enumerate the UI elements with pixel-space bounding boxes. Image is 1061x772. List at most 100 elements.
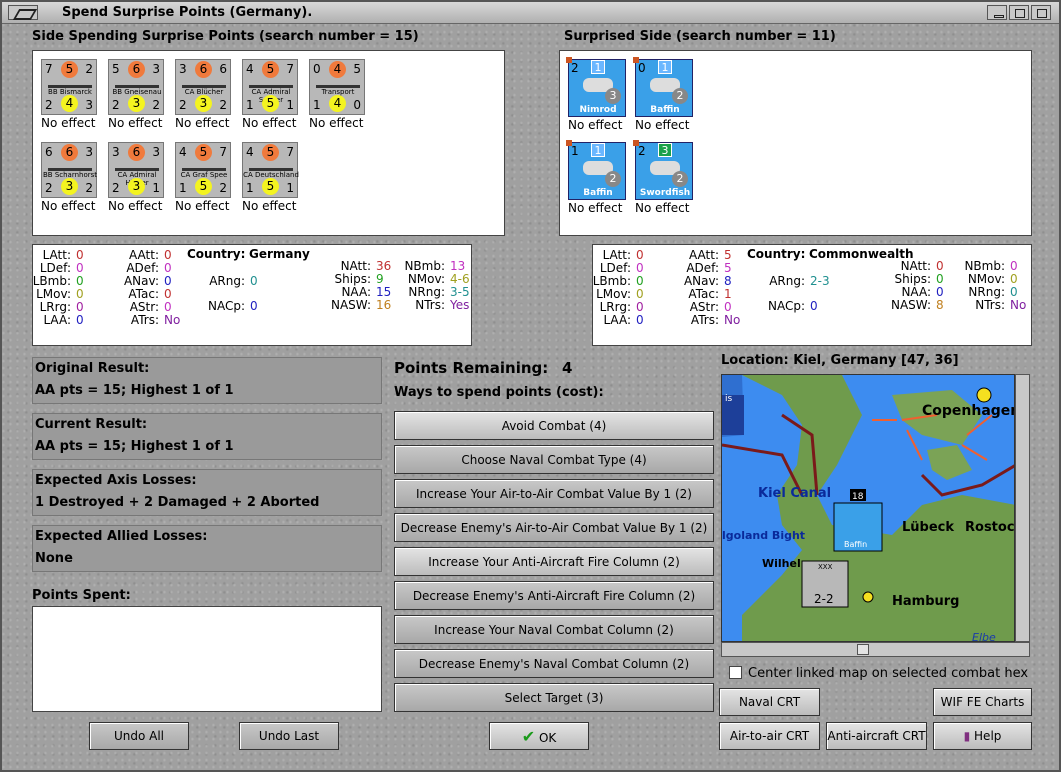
unit-effect: No effect: [242, 116, 297, 130]
spend-option-button[interactable]: Increase Your Anti-Aircraft Fire Column …: [394, 547, 714, 576]
ship-counter[interactable]: 3 6 3 CA Admiral Hipper 2 3 1: [108, 142, 164, 198]
ok-button[interactable]: ✔ OK: [489, 722, 589, 750]
counter-bottom-value: 4: [61, 95, 78, 112]
stat-value-ntrs: No: [1010, 298, 1027, 312]
stat-label: NAtt:: [340, 259, 371, 273]
maximize-icon[interactable]: [1009, 5, 1029, 20]
air-counter[interactable]: 2 1 3 Nimrod: [566, 57, 626, 117]
stat-value-anav: 0: [164, 274, 172, 288]
spend-option-button[interactable]: Avoid Combat (4): [394, 411, 714, 440]
allied-unit[interactable]: 2 1 3 Nimrod No effect: [566, 57, 628, 132]
spend-option-button[interactable]: Increase Your Naval Combat Column (2): [394, 615, 714, 644]
stat-value-latt: 0: [636, 248, 644, 262]
german-unit[interactable]: 3 6 3 CA Admiral Hipper 2 3 1 No effect: [108, 142, 168, 213]
german-unit[interactable]: 4 5 7 CA Admiral Scheer 1 5 1 No effect: [242, 59, 302, 130]
ship-icon: [249, 163, 293, 171]
ship-counter[interactable]: 4 5 7 CA Deutschland 1 5 1: [242, 142, 299, 198]
undo-all-button[interactable]: Undo All: [89, 722, 189, 750]
counter-top-value: 5: [61, 61, 78, 78]
stat-label: LAA:: [603, 313, 631, 327]
air-counter[interactable]: 1 1 2 Baffin: [566, 140, 626, 200]
stat-value-ships: 9: [376, 272, 384, 286]
map-horizontal-scrollbar[interactable]: [721, 642, 1030, 657]
ship-icon: [115, 163, 159, 171]
allied-unit[interactable]: 2 3 2 Swordfish No effect: [633, 140, 695, 215]
stat-label: ANav:: [123, 274, 159, 288]
ship-counter[interactable]: 4 5 7 CA Graf Spee 1 5 2: [175, 142, 231, 198]
undo-last-button[interactable]: Undo Last: [239, 722, 339, 750]
air-left-value: 2: [571, 61, 579, 75]
system-menu-icon[interactable]: [8, 5, 38, 20]
points-spent-label: Points Spent:: [32, 588, 131, 603]
stat-label: NASW:: [890, 298, 931, 312]
dialog-window: Spend Surprise Points (Germany). Side Sp…: [0, 0, 1061, 772]
stat-label: LRrg:: [599, 300, 631, 314]
counter-right-value: 3: [152, 62, 160, 76]
spend-option-button[interactable]: Select Target (3): [394, 683, 714, 712]
stat-value-arng: 2-3: [810, 274, 830, 288]
air-counter[interactable]: 2 3 2 Swordfish: [633, 140, 693, 200]
stat-label: LAtt:: [42, 248, 71, 262]
air-to-air-crt-button[interactable]: Air-to-air CRT: [719, 722, 820, 750]
counter-bottom-value: 5: [262, 95, 279, 112]
counter-left-value: 6: [45, 145, 53, 159]
german-unit[interactable]: 3 6 6 CA Blücher 2 3 2 No effect: [175, 59, 235, 130]
center-linked-checkbox[interactable]: [729, 666, 742, 679]
german-unit[interactable]: 4 5 7 CA Deutschland 1 5 1 No effect: [242, 142, 302, 213]
counter-bottom-right-value: 1: [286, 181, 294, 195]
wif-charts-button[interactable]: WIF FE Charts: [933, 688, 1032, 716]
stat-value-lmov: 0: [76, 287, 84, 301]
german-unit[interactable]: 7 5 2 BB Bismarck 2 4 3 No effect: [41, 59, 101, 130]
air-counter[interactable]: 0 1 2 Baffin: [633, 57, 693, 117]
help-button[interactable]: ▮ Help: [933, 722, 1032, 750]
counter-bottom-right-value: 2: [152, 98, 160, 112]
stat-label: AStr:: [689, 300, 719, 314]
counter-right-value: 7: [286, 145, 294, 159]
ship-counter[interactable]: 4 5 7 CA Admiral Scheer 1 5 1: [242, 59, 298, 115]
allied-unit[interactable]: 1 1 2 Baffin No effect: [566, 140, 628, 215]
spend-option-button[interactable]: Decrease Enemy's Anti-Aircraft Fire Colu…: [394, 581, 714, 610]
spend-option-button[interactable]: Decrease Enemy's Air-to-Air Combat Value…: [394, 513, 714, 542]
naval-crt-button[interactable]: Naval CRT: [719, 688, 820, 716]
spend-option-button[interactable]: Increase Your Air-to-Air Combat Value By…: [394, 479, 714, 508]
minimize-icon[interactable]: [987, 5, 1007, 20]
map-vertical-scrollbar[interactable]: [1015, 374, 1030, 642]
ship-counter[interactable]: 7 5 2 BB Bismarck 2 4 3: [41, 59, 97, 115]
ship-counter[interactable]: 3 6 6 CA Blücher 2 3 2: [175, 59, 231, 115]
location-map[interactable]: is Copenhagen Kiel Canal Lübeck Rostoc l…: [721, 374, 1015, 642]
stat-value-naa: 0: [936, 285, 944, 299]
german-unit[interactable]: 0 4 5 Transport 1 4 0 No effect: [309, 59, 369, 130]
close-icon[interactable]: [1031, 5, 1051, 20]
german-unit[interactable]: 6 6 3 BB Scharnhorst 2 3 2 No effect: [41, 142, 101, 213]
stat-value-nacp: 0: [250, 299, 258, 313]
spend-option-button[interactable]: Choose Naval Combat Type (4): [394, 445, 714, 474]
unit-effect: No effect: [41, 116, 96, 130]
stat-value-laa: 0: [636, 313, 644, 327]
german-unit[interactable]: 5 6 3 BB Gneisenau 2 3 2 No effect: [108, 59, 168, 130]
unit-effect: No effect: [41, 199, 96, 213]
stat-value-naa: 15: [376, 285, 392, 299]
ship-counter[interactable]: 5 6 3 BB Gneisenau 2 3 2: [108, 59, 164, 115]
ship-icon: [249, 80, 293, 88]
map-svg: is Copenhagen Kiel Canal Lübeck Rostoc l…: [722, 375, 1014, 641]
air-circle-value: 2: [605, 171, 621, 187]
ok-label: OK: [538, 731, 557, 745]
anti-aircraft-crt-button[interactable]: Anti-aircraft CRT: [826, 722, 927, 750]
scrollbar-thumb[interactable]: [857, 644, 869, 655]
stat-label: NTrs:: [975, 298, 1005, 312]
stat-label: NTrs:: [415, 298, 445, 312]
german-unit[interactable]: 4 5 7 CA Graf Spee 1 5 2 No effect: [175, 142, 235, 213]
ship-counter[interactable]: 0 4 5 Transport 1 4 0: [309, 59, 365, 115]
stat-value-nasw: 16: [376, 298, 392, 312]
allied-unit[interactable]: 0 1 2 Baffin No effect: [633, 57, 695, 132]
allied-losses-value: None: [35, 551, 73, 566]
spend-option-button[interactable]: Decrease Enemy's Naval Combat Column (2): [394, 649, 714, 678]
points-remaining-value: 4: [562, 359, 573, 377]
center-linked-label: Center linked map on selected combat hex: [748, 666, 1029, 681]
points-spent-list[interactable]: [32, 606, 382, 712]
stat-value-lrrg: 0: [636, 300, 644, 314]
ship-icon: [115, 80, 159, 88]
stat-label: ATrs:: [130, 313, 159, 327]
ship-counter[interactable]: 6 6 3 BB Scharnhorst 2 3 2: [41, 142, 97, 198]
stat-value-atrs: No: [164, 313, 181, 327]
